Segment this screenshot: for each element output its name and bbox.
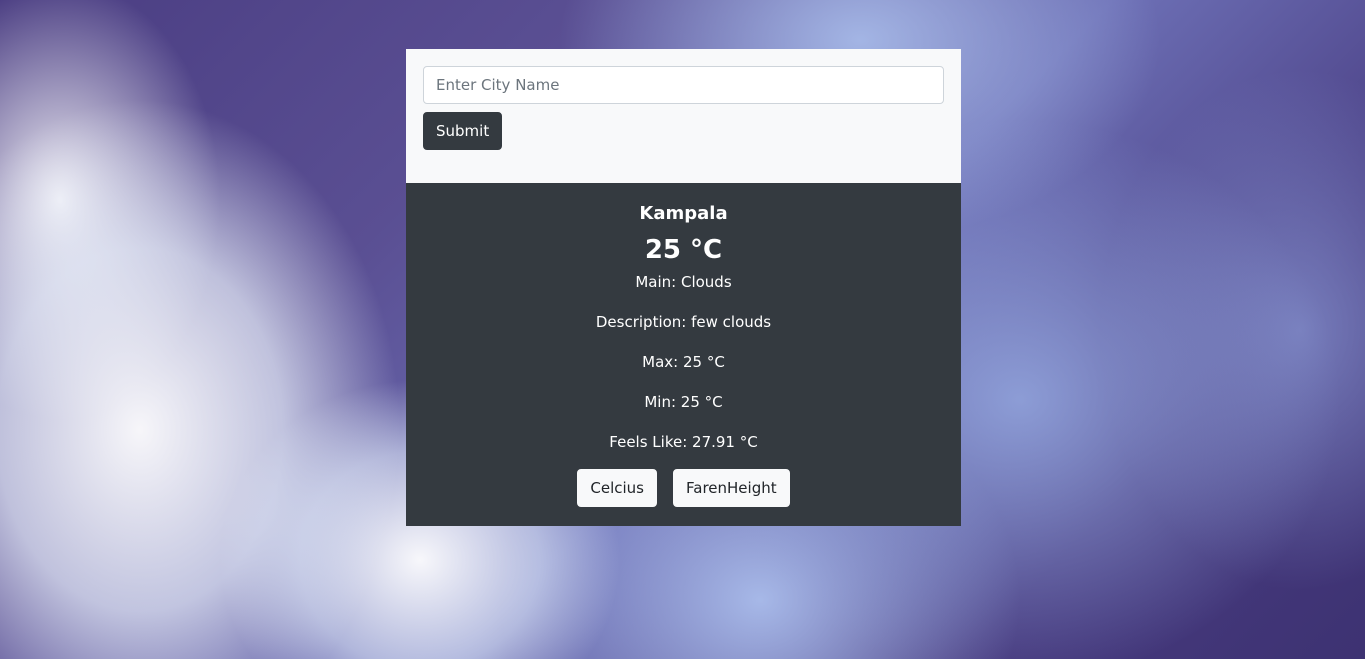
weather-result: Kampala 25 °C Main: Clouds Description: … <box>406 183 961 526</box>
description: Description: few clouds <box>595 313 772 331</box>
fahrenheit-button[interactable]: FarenHeight <box>673 469 790 507</box>
submit-button[interactable]: Submit <box>423 112 503 150</box>
main-condition: Main: Clouds <box>635 273 732 291</box>
weather-card: Submit Kampala 25 °C Main: Clouds Descri… <box>406 49 961 526</box>
feels-like: Feels Like: 27.91 °C <box>609 433 758 451</box>
max-temperature: Max: 25 °C <box>642 353 725 371</box>
temperature: 25 °C <box>644 235 723 265</box>
city-input[interactable] <box>423 66 944 104</box>
celsius-button[interactable]: Celcius <box>577 469 657 507</box>
search-form: Submit <box>406 49 961 183</box>
city-name: Kampala <box>639 203 728 224</box>
min-temperature: Min: 25 °C <box>644 393 723 411</box>
unit-toggle: Celcius FarenHeight <box>406 469 961 507</box>
